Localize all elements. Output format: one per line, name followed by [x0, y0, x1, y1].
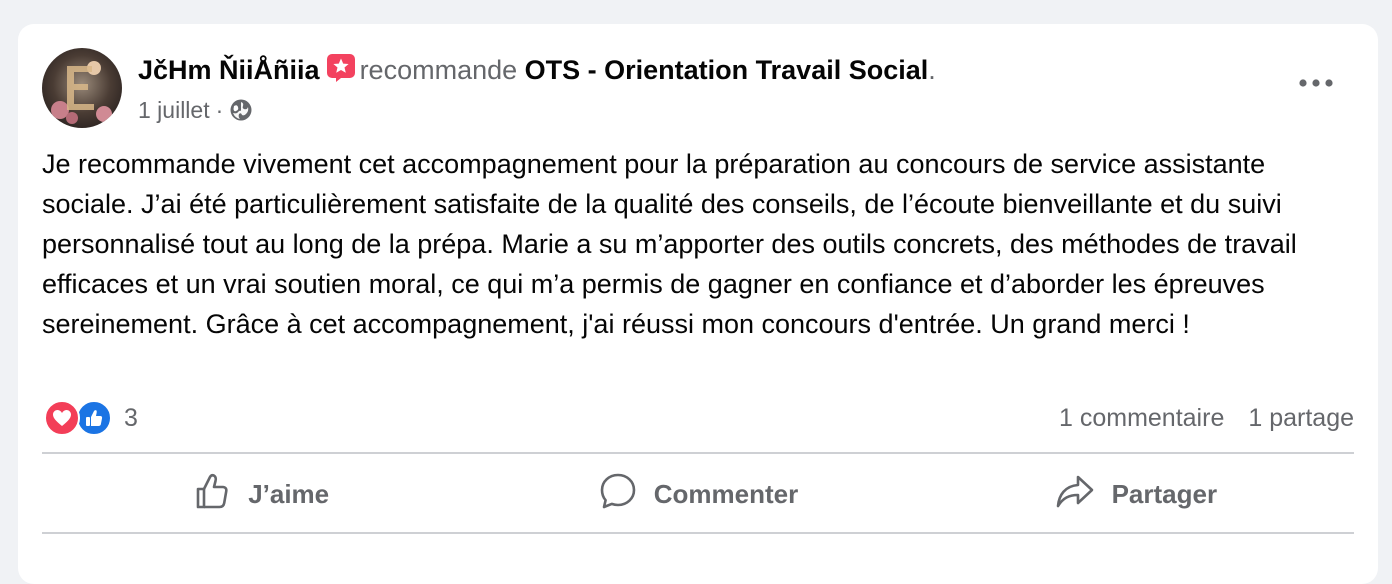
like-reaction-icon [76, 400, 112, 436]
globe-icon[interactable] [229, 98, 253, 130]
meta-separator: · [215, 97, 224, 123]
like-label: J’aime [248, 478, 330, 509]
like-button[interactable]: J’aime [42, 456, 479, 532]
share-label: Partager [1111, 478, 1218, 509]
more-options-icon[interactable] [1294, 72, 1338, 94]
comment-label: Commenter [653, 478, 799, 509]
post-body: Je recommande vivement cet accompagnemen… [42, 149, 1297, 339]
header-period: . [928, 55, 936, 85]
author-name[interactable]: JčHm ŇiiÅñiia [138, 55, 320, 85]
share-arrow-icon [1054, 471, 1112, 518]
thumbs-up-icon [192, 471, 248, 518]
recommend-verb: recommande [359, 55, 518, 85]
comments-count[interactable]: 1 commentaire [1059, 404, 1224, 433]
post-card: JčHm ŇiiÅñiia recommande OTS - Orientatio… [18, 24, 1378, 584]
action-bar: J’aime Commenter Partager [42, 456, 1354, 532]
divider [42, 452, 1354, 454]
shares-count[interactable]: 1 partage [1248, 404, 1354, 433]
post-header: JčHm ŇiiÅñiia recommande OTS - Orientatio… [138, 50, 936, 94]
comment-button[interactable]: Commenter [479, 456, 916, 532]
comment-bubble-icon [598, 471, 654, 518]
recommend-star-icon [326, 53, 356, 94]
reaction-count[interactable]: 3 [124, 404, 138, 433]
post-meta: 1 juillet · [138, 94, 253, 130]
avatar[interactable] [42, 48, 122, 128]
divider [42, 532, 1354, 534]
engagement-stats: 1 commentaire 1 partage [1059, 398, 1354, 438]
page-name[interactable]: OTS - Orientation Travail Social [525, 55, 929, 85]
love-reaction-icon [44, 400, 80, 436]
post-date[interactable]: 1 juillet [138, 97, 210, 123]
share-button[interactable]: Partager [917, 456, 1354, 532]
reactions-summary[interactable]: 3 [44, 398, 138, 438]
